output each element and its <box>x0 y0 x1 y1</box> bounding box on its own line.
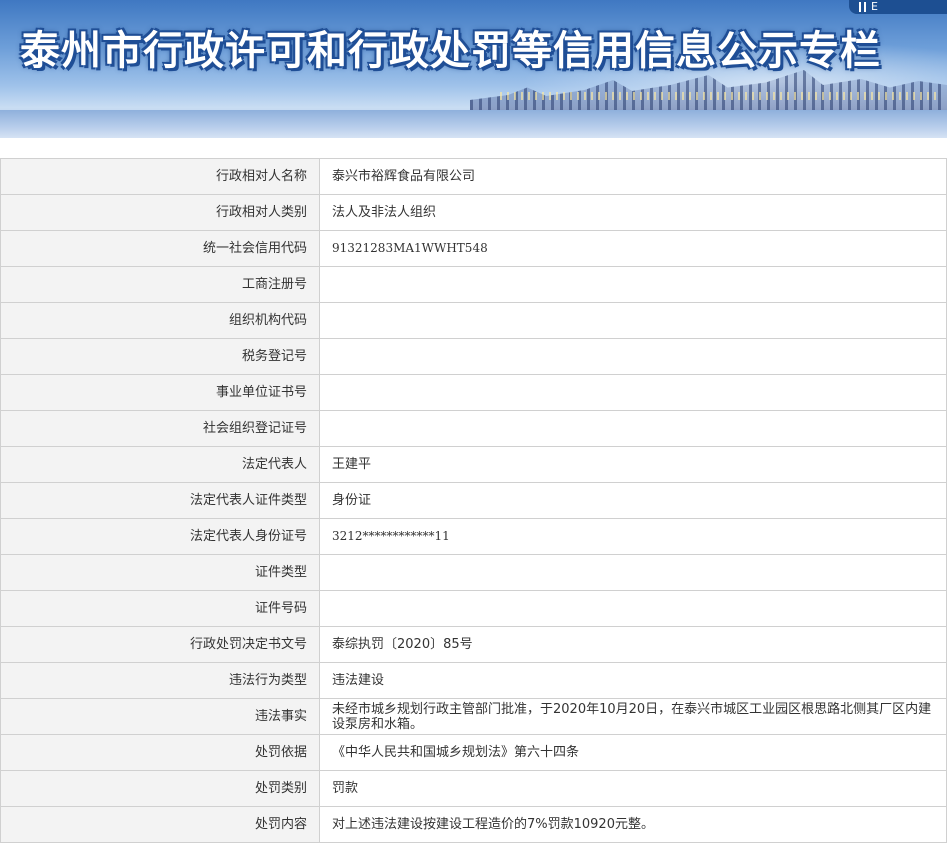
corner-button[interactable]: E <box>849 0 947 14</box>
table-row: 法定代表人身份证号 3212************11 <box>0 518 947 555</box>
row-label: 处罚内容 <box>0 806 320 843</box>
table-row: 处罚依据 《中华人民共和国城乡规划法》第六十四条 <box>0 734 947 771</box>
row-label: 法定代表人 <box>0 446 320 483</box>
info-table: 行政相对人名称 泰兴市裕辉食品有限公司 行政相对人类别 法人及非法人组织 统一社… <box>0 158 947 843</box>
table-row: 处罚内容 对上述违法建设按建设工程造价的7%罚款10920元整。 <box>0 806 947 843</box>
table-row: 行政相对人类别 法人及非法人组织 <box>0 194 947 231</box>
row-value: 对上述违法建设按建设工程造价的7%罚款10920元整。 <box>319 806 947 843</box>
table-row: 行政相对人名称 泰兴市裕辉食品有限公司 <box>0 158 947 195</box>
row-value <box>319 554 947 591</box>
table-row: 处罚类别 罚款 <box>0 770 947 807</box>
row-value: 《中华人民共和国城乡规划法》第六十四条 <box>319 734 947 771</box>
row-label: 违法行为类型 <box>0 662 320 699</box>
table-row: 税务登记号 <box>0 338 947 375</box>
table-row: 行政处罚决定书文号 泰综执罚〔2020〕85号 <box>0 626 947 663</box>
row-value: 罚款 <box>319 770 947 807</box>
row-value <box>319 374 947 411</box>
row-label: 组织机构代码 <box>0 302 320 339</box>
row-label: 社会组织登记证号 <box>0 410 320 447</box>
table-row: 事业单位证书号 <box>0 374 947 411</box>
table-row: 证件号码 <box>0 590 947 627</box>
row-label: 处罚依据 <box>0 734 320 771</box>
pause-icon <box>859 2 866 12</box>
page-title: 泰州市行政许可和行政处罚等信用信息公示专栏 <box>20 28 881 74</box>
table-row: 法定代表人证件类型 身份证 <box>0 482 947 519</box>
row-label: 行政相对人名称 <box>0 158 320 195</box>
row-value: 身份证 <box>319 482 947 519</box>
row-value: 泰综执罚〔2020〕85号 <box>319 626 947 663</box>
row-label: 处罚类别 <box>0 770 320 807</box>
row-value: 法人及非法人组织 <box>319 194 947 231</box>
table-row: 法定代表人 王建平 <box>0 446 947 483</box>
table-row: 统一社会信用代码 91321283MA1WWHT548 <box>0 230 947 267</box>
table-row: 违法行为类型 违法建设 <box>0 662 947 699</box>
row-label: 税务登记号 <box>0 338 320 375</box>
row-label: 行政处罚决定书文号 <box>0 626 320 663</box>
row-value <box>319 590 947 627</box>
table-row: 社会组织登记证号 <box>0 410 947 447</box>
row-value: 违法建设 <box>319 662 947 699</box>
header-banner: 泰州市行政许可和行政处罚等信用信息公示专栏 E <box>0 0 947 138</box>
row-value <box>319 338 947 375</box>
row-label: 违法事实 <box>0 698 320 735</box>
row-label: 工商注册号 <box>0 266 320 303</box>
row-value: 泰兴市裕辉食品有限公司 <box>319 158 947 195</box>
row-label: 证件类型 <box>0 554 320 591</box>
row-value: 未经市城乡规划行政主管部门批准，于2020年10月20日，在泰兴市城区工业园区根… <box>319 698 947 735</box>
row-value <box>319 410 947 447</box>
table-row: 工商注册号 <box>0 266 947 303</box>
row-label: 法定代表人证件类型 <box>0 482 320 519</box>
row-value <box>319 266 947 303</box>
row-value: 3212************11 <box>319 518 947 555</box>
table-row: 证件类型 <box>0 554 947 591</box>
row-value: 王建平 <box>319 446 947 483</box>
city-lights-image <box>500 92 940 100</box>
row-label: 证件号码 <box>0 590 320 627</box>
row-label: 法定代表人身份证号 <box>0 518 320 555</box>
row-label: 统一社会信用代码 <box>0 230 320 267</box>
row-label: 事业单位证书号 <box>0 374 320 411</box>
table-row: 组织机构代码 <box>0 302 947 339</box>
row-value <box>319 302 947 339</box>
table-row: 违法事实 未经市城乡规划行政主管部门批准，于2020年10月20日，在泰兴市城区… <box>0 698 947 735</box>
row-label: 行政相对人类别 <box>0 194 320 231</box>
corner-label: E <box>871 0 878 13</box>
row-value: 91321283MA1WWHT548 <box>319 230 947 267</box>
river-image <box>0 110 947 138</box>
